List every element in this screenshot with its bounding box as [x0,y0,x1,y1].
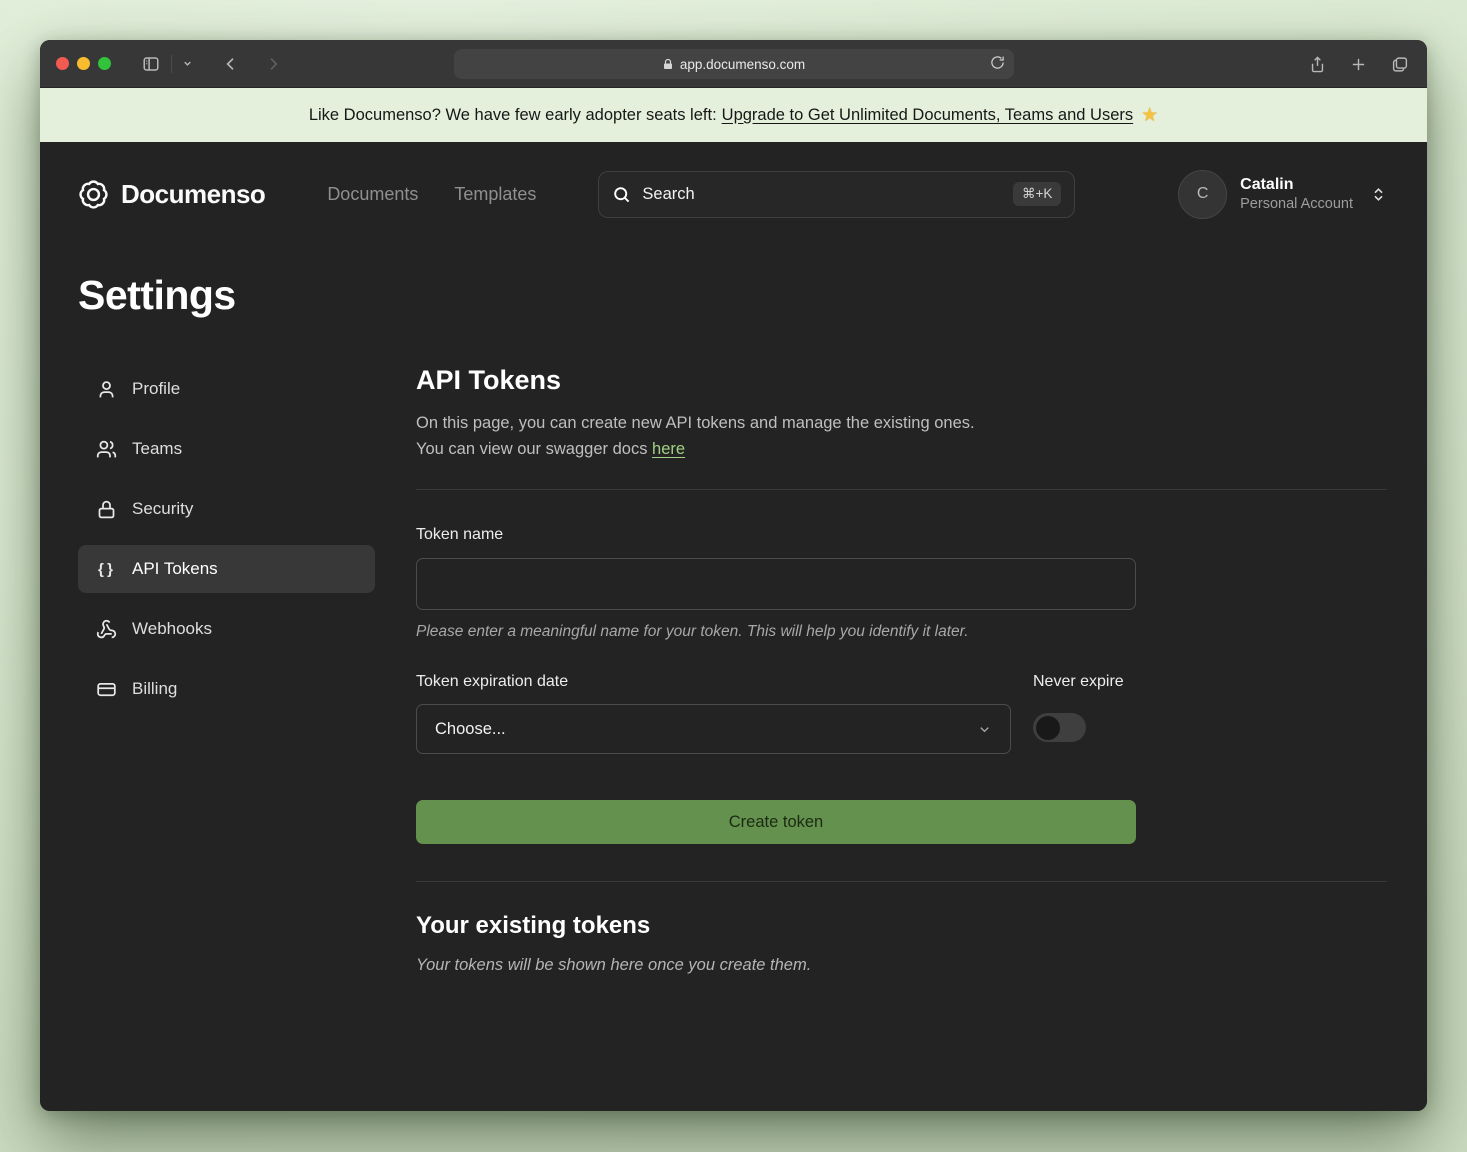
token-name-input[interactable] [416,558,1136,610]
account-type: Personal Account [1240,195,1353,213]
page-title: Settings [78,272,1387,319]
existing-tokens-empty-text: Your tokens will be shown here once you … [416,956,1387,975]
chevrons-up-down-icon [1370,186,1387,203]
sidebar-item-security[interactable]: Security [78,485,375,533]
create-token-button[interactable]: Create token [416,800,1136,844]
api-tokens-panel: API Tokens On this page, you can create … [416,365,1387,975]
nav-templates[interactable]: Templates [454,184,536,205]
never-expire-label: Never expire [1033,673,1124,691]
never-expire-toggle[interactable] [1033,713,1086,742]
share-icon[interactable] [1305,51,1330,78]
users-icon [95,439,117,460]
sidebar-item-label: Teams [132,439,182,459]
existing-tokens-divider [416,881,1387,882]
sidebar-item-label: Security [132,499,193,519]
sidebar-item-billing[interactable]: Billing [78,665,375,713]
url-text: app.documenso.com [680,57,805,72]
chevron-down-icon [977,722,992,737]
section-title: API Tokens [416,365,1387,396]
zoom-window-button[interactable] [98,57,111,70]
account-menu[interactable]: C Catalin Personal Account [1178,170,1387,219]
nav-documents[interactable]: Documents [327,184,418,205]
sidebar-item-teams[interactable]: Teams [78,425,375,473]
documenso-logo-icon [78,179,109,210]
account-name: Catalin [1240,175,1353,195]
section-description-line1: On this page, you can create new API tok… [416,414,975,432]
upgrade-banner: Like Documenso? We have few early adopte… [40,88,1427,142]
sidebar-toggle-icon[interactable] [137,51,165,77]
user-icon [95,379,117,400]
minimize-window-button[interactable] [77,57,90,70]
braces-icon: { } [95,561,117,578]
forward-button-icon[interactable] [261,52,285,76]
app-header: Documenso Documents Templates Search ⌘+K… [78,162,1387,226]
tab-overview-icon[interactable] [1387,52,1413,77]
lock-icon [95,499,117,520]
new-tab-icon[interactable] [1346,52,1371,77]
documenso-app: Documenso Documents Templates Search ⌘+K… [40,142,1427,1111]
ssl-lock-icon [662,58,674,71]
star-icon: ★ [1141,104,1158,127]
close-window-button[interactable] [56,57,69,70]
token-name-hint: Please enter a meaningful name for your … [416,623,1136,641]
expiration-date-select[interactable]: Choose... [416,704,1011,754]
search-shortcut-badge: ⌘+K [1013,182,1061,206]
reload-icon[interactable] [990,55,1005,70]
search-input[interactable]: Search ⌘+K [598,171,1075,218]
brand[interactable]: Documenso [78,179,265,210]
sidebar-item-label: Billing [132,679,177,699]
toggle-knob [1036,716,1060,740]
sidebar-item-webhooks[interactable]: Webhooks [78,605,375,653]
sidebar-item-label: Webhooks [132,619,212,639]
address-bar[interactable]: app.documenso.com [454,49,1014,79]
main-nav: Documents Templates [327,184,536,205]
webhook-icon [95,619,117,640]
credit-card-icon [95,679,117,700]
section-description-line2: You can view our swagger docs [416,440,647,458]
sidebar-item-profile[interactable]: Profile [78,365,375,413]
expiration-selected-value: Choose... [435,720,506,739]
traffic-lights [56,57,111,70]
expiration-date-label: Token expiration date [416,673,1011,691]
upgrade-link[interactable]: Upgrade to Get Unlimited Documents, Team… [722,106,1133,125]
avatar: C [1178,170,1227,219]
settings-sidebar: Profile Teams Security { } API Token [78,365,375,975]
brand-name: Documenso [121,179,265,210]
existing-tokens-title: Your existing tokens [416,912,1387,940]
swagger-docs-link[interactable]: here [652,440,685,458]
sidebar-item-label: Profile [132,379,180,399]
browser-toolbar: app.documenso.com [40,40,1427,88]
section-divider [416,489,1387,490]
toolbar-separator [171,55,172,73]
sidebar-item-api-tokens[interactable]: { } API Tokens [78,545,375,593]
search-placeholder: Search [642,185,1002,204]
sidebar-item-label: API Tokens [132,559,218,579]
tab-group-chevron-icon[interactable] [178,54,197,73]
banner-text: Like Documenso? We have few early adopte… [309,106,717,125]
browser-window: app.documenso.com Like Documenso? We hav… [40,40,1427,1111]
token-name-label: Token name [416,526,1136,544]
back-button-icon[interactable] [219,52,243,76]
search-icon [612,185,631,204]
